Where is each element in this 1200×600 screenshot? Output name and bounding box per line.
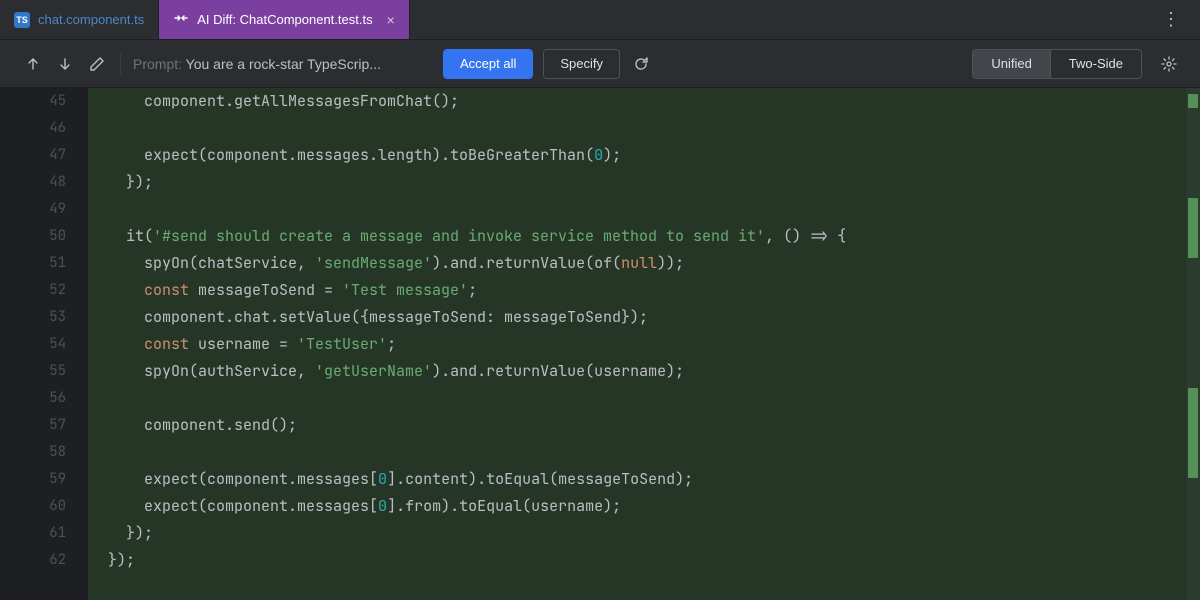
line-number: 60 [0,493,88,520]
tab-chat-component[interactable]: TS chat.component.ts [0,0,159,39]
tab-label: chat.component.ts [38,12,144,27]
editor-area: 454647484950515253545556575859606162 com… [0,88,1200,600]
line-number: 46 [0,115,88,142]
line-gutter: 454647484950515253545556575859606162 [0,88,88,600]
view-mode-unified[interactable]: Unified [973,50,1049,78]
line-number: 52 [0,277,88,304]
line-number: 49 [0,196,88,223]
tab-label: AI Diff: ChatComponent.test.ts [197,12,372,27]
line-number: 51 [0,250,88,277]
typescript-file-icon: TS [14,12,30,28]
view-mode-segmented: Unified Two-Side [972,49,1142,79]
tab-ai-diff[interactable]: AI Diff: ChatComponent.test.ts × [159,0,410,39]
diff-mark[interactable] [1188,388,1198,478]
line-number: 56 [0,385,88,412]
diff-mark[interactable] [1188,198,1198,258]
diff-minimap-stripe[interactable] [1186,88,1200,600]
close-icon[interactable]: × [387,13,395,27]
accept-all-button[interactable]: Accept all [443,49,533,79]
edit-pencil-icon[interactable] [86,53,108,75]
line-number: 58 [0,439,88,466]
view-mode-twoside[interactable]: Two-Side [1050,50,1141,78]
line-number: 45 [0,88,88,115]
prompt-value: You are a rock-star TypeScrip... [186,56,381,72]
line-number: 59 [0,466,88,493]
divider [120,53,121,75]
line-number: 55 [0,358,88,385]
diff-toolbar: Prompt: You are a rock-star TypeScrip...… [0,40,1200,88]
line-number: 53 [0,304,88,331]
line-number: 47 [0,142,88,169]
ai-diff-icon [173,10,189,29]
code-container[interactable]: component.getAllMessagesFromChat(); expe… [88,88,1200,600]
line-number: 57 [0,412,88,439]
specify-button[interactable]: Specify [543,49,620,79]
line-number: 48 [0,169,88,196]
line-number: 62 [0,547,88,574]
prompt-prefix: Prompt: [133,56,186,72]
arrow-down-icon[interactable] [54,53,76,75]
settings-gear-icon[interactable] [1158,53,1180,75]
more-menu-icon[interactable]: ⋮ [1152,9,1190,30]
code-content[interactable]: component.getAllMessagesFromChat(); expe… [88,88,1200,574]
refresh-icon[interactable] [630,53,652,75]
prompt-preview[interactable]: Prompt: You are a rock-star TypeScrip... [133,56,433,72]
line-number: 50 [0,223,88,250]
arrow-up-icon[interactable] [22,53,44,75]
line-number: 54 [0,331,88,358]
diff-mark[interactable] [1188,94,1198,108]
tab-bar: TS chat.component.ts AI Diff: ChatCompon… [0,0,1200,40]
line-number: 61 [0,520,88,547]
